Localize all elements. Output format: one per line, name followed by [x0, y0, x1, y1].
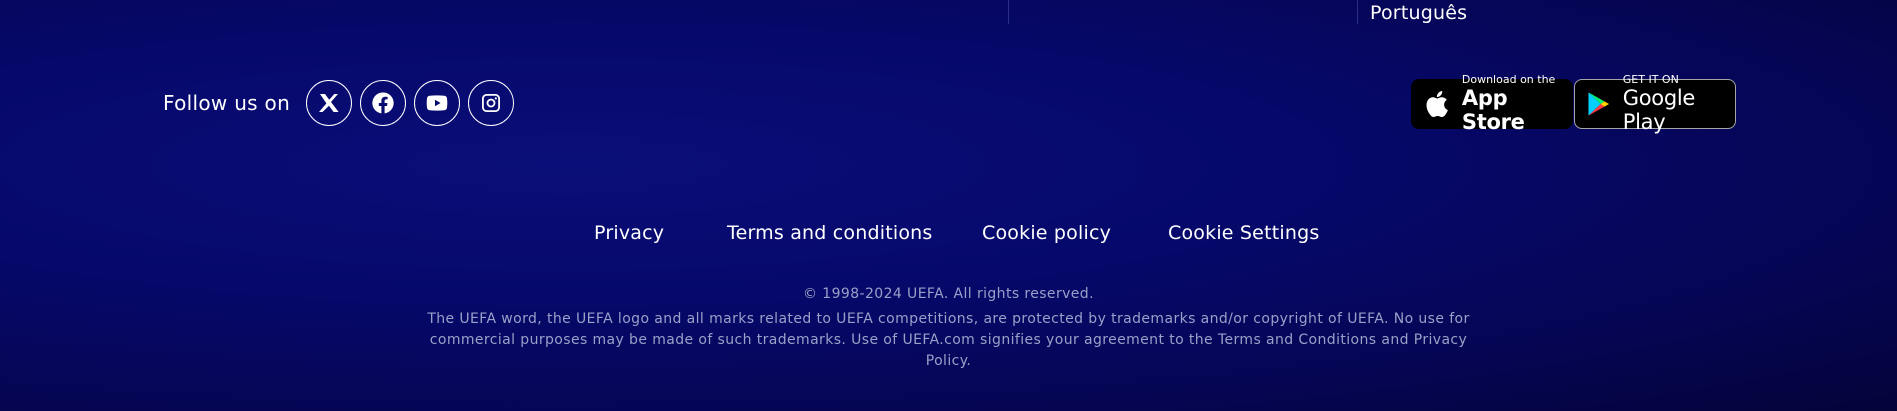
instagram-button[interactable] [468, 80, 515, 126]
follow-label: Follow us on [163, 91, 291, 115]
cookie-settings-link[interactable]: Cookie Settings [1168, 222, 1319, 244]
facebook-icon [372, 92, 394, 114]
social-follow: Follow us on [163, 79, 515, 127]
youtube-icon [426, 95, 448, 111]
instagram-icon [482, 94, 501, 112]
facebook-button[interactable] [360, 80, 407, 126]
privacy-link[interactable]: Privacy [594, 222, 664, 244]
footer-nav: Privacy Terms and conditions Cookie poli… [0, 222, 1897, 246]
language-link-portuguese[interactable]: Português [1370, 2, 1467, 24]
x-button[interactable] [306, 80, 353, 126]
google-play-icon [1588, 92, 1610, 116]
apple-icon [1426, 91, 1448, 117]
column-divider [1357, 0, 1358, 24]
google-play-button[interactable]: GET IT ON Google Play [1574, 74, 1736, 134]
terms-link[interactable]: Terms and conditions [727, 222, 933, 244]
cookie-policy-link[interactable]: Cookie policy [982, 222, 1111, 244]
x-icon [319, 94, 339, 112]
app-store-button[interactable]: Download on the App Store [1411, 74, 1573, 134]
copyright-text: © 1998-2024 UEFA. All rights reserved. [803, 286, 1094, 302]
google-play-text: GET IT ON Google Play [1622, 73, 1735, 135]
column-divider [1008, 0, 1009, 24]
google-play-small-text: GET IT ON [1622, 73, 1679, 86]
app-store-small-text: Download on the [1461, 73, 1556, 86]
legal-notice: The UEFA word, the UEFA logo and all mar… [427, 311, 1470, 369]
google-play-large-text: Google Play [1622, 86, 1696, 134]
youtube-button[interactable] [414, 80, 461, 126]
app-store-large-text: App Store [1461, 86, 1525, 134]
app-store-text: Download on the App Store [1461, 73, 1573, 135]
